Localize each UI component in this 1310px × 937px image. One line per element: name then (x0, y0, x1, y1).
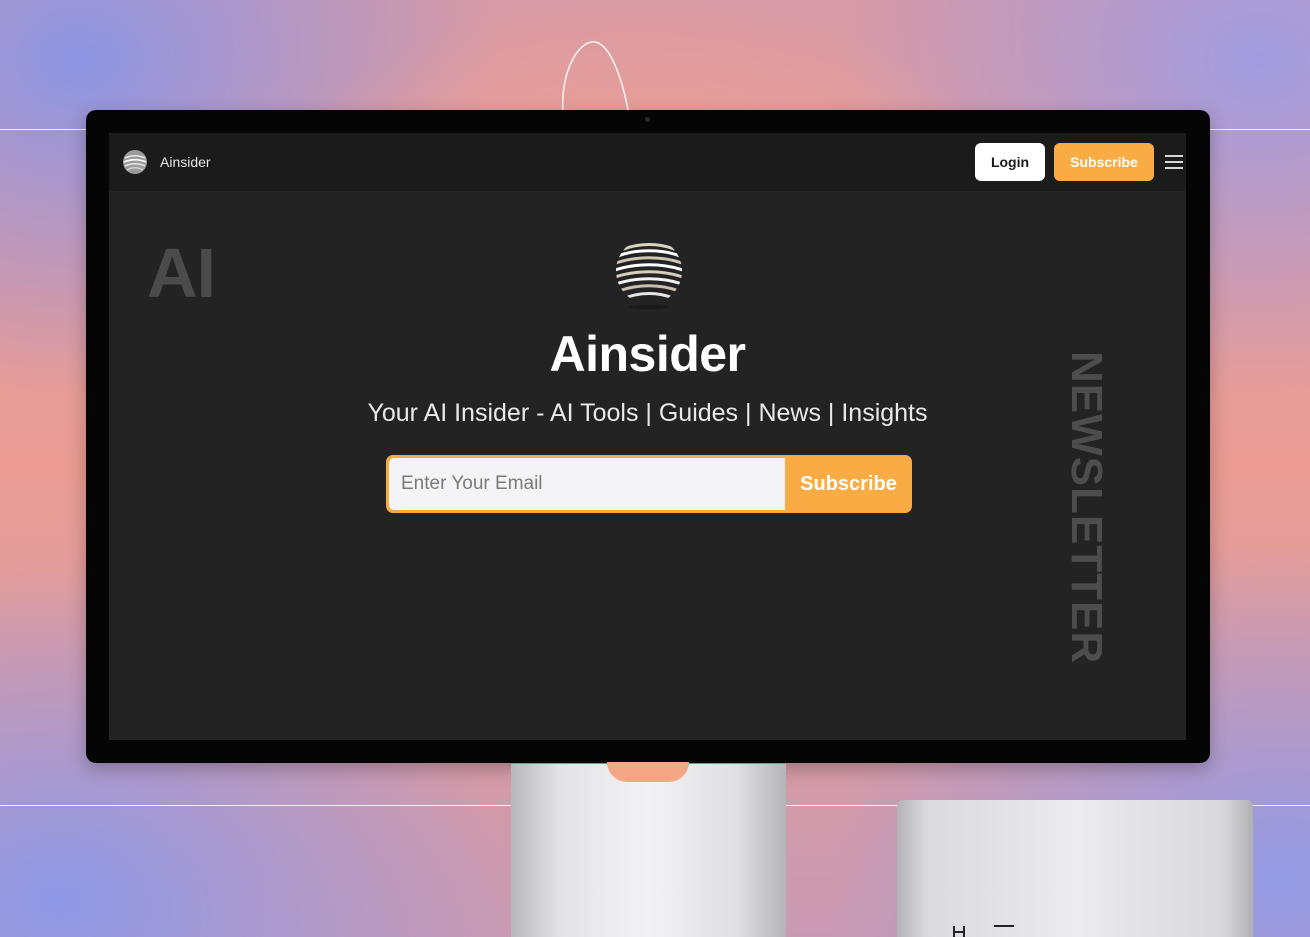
email-input[interactable] (389, 458, 785, 510)
monitor-stand (511, 762, 786, 937)
device-port-marks (953, 925, 1014, 937)
newsletter-form: Subscribe (386, 455, 912, 513)
hero-title: Ainsider (549, 326, 746, 382)
background-arc (562, 41, 629, 117)
ainsider-logo-icon[interactable] (122, 149, 148, 175)
login-button[interactable]: Login (975, 143, 1045, 181)
background-word-ai: AI (147, 234, 216, 312)
website-screen: Ainsider Login Subscribe AI NEWSLETTER A… (109, 133, 1186, 740)
background-word-newsletter: NEWSLETTER (1062, 351, 1111, 665)
nav-brand-name[interactable]: Ainsider (160, 154, 211, 170)
camera-dot (645, 117, 650, 122)
hero-subtitle: Your AI Insider - AI Tools | Guides | Ne… (367, 399, 928, 427)
nav-subscribe-button[interactable]: Subscribe (1054, 143, 1154, 181)
stand-cutout (607, 762, 689, 782)
ainsider-logo-icon (616, 243, 682, 309)
monitor: Ainsider Login Subscribe AI NEWSLETTER A… (86, 110, 1210, 763)
top-nav: Ainsider Login Subscribe (109, 133, 1186, 191)
hero-subscribe-button[interactable]: Subscribe (785, 455, 912, 513)
mac-studio-device (897, 800, 1253, 937)
hamburger-menu-icon[interactable] (1165, 155, 1183, 169)
